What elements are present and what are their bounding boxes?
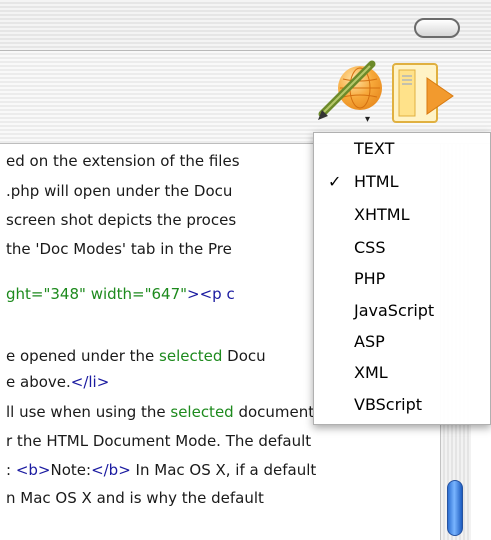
code-token: : bbox=[6, 461, 16, 479]
code-token: ll use when using the bbox=[6, 403, 171, 421]
code-token: screen shot depicts the proces bbox=[6, 211, 237, 229]
menu-item-xhtml[interactable]: XHTML bbox=[354, 205, 409, 225]
code-token: ><p c bbox=[187, 285, 235, 303]
code-line: ght="348" width="647"><p c bbox=[6, 285, 235, 303]
code-line: n Mac OS X and is why the default bbox=[6, 489, 264, 507]
code-token: Docu bbox=[222, 347, 266, 365]
menu-item-javascript[interactable]: JavaScript bbox=[354, 301, 434, 321]
code-token: e opened under the bbox=[6, 347, 160, 365]
preview-play-icon[interactable] bbox=[385, 56, 455, 126]
scrollbar-thumb[interactable] bbox=[447, 480, 463, 536]
code-token: n Mac OS X and is why the default bbox=[6, 489, 264, 507]
code-token: <b> bbox=[15, 461, 51, 479]
code-token: e above. bbox=[6, 373, 71, 391]
checkmark-icon: ✓ bbox=[328, 172, 342, 191]
code-line: e above.</li> bbox=[6, 373, 109, 391]
doc-mode-menu: TEXT HTML ✓ XHTML CSS PHP JavaScript ASP XML VBSc… bbox=[313, 132, 491, 425]
code-line: r the HTML Document Mode. The default bbox=[6, 432, 311, 450]
menu-item-html[interactable]: HTML bbox=[354, 172, 399, 192]
code-token: the 'Doc Modes' tab in the Pre bbox=[6, 240, 232, 258]
window-titlebar bbox=[0, 0, 491, 51]
code-token: selected bbox=[159, 347, 223, 365]
code-token: document bbox=[233, 403, 315, 421]
menu-item-vbscript[interactable]: VBScript bbox=[354, 395, 422, 415]
code-line: : <b>Note:</b> In Mac OS X, if a default bbox=[6, 461, 316, 479]
code-line: .php will open under the Docu bbox=[6, 182, 232, 200]
code-token: r the HTML Document Mode. The default bbox=[6, 432, 312, 450]
toolbar-toggle-button[interactable] bbox=[414, 18, 460, 38]
code-line: ed on the extension of the files bbox=[6, 152, 240, 170]
code-token: ed on the extension of the files bbox=[6, 152, 240, 170]
code-token: width= bbox=[85, 285, 145, 303]
code-line: the 'Doc Modes' tab in the Pre bbox=[6, 240, 232, 258]
code-token: </b> bbox=[91, 461, 131, 479]
code-token: selected bbox=[170, 403, 234, 421]
chevron-down-icon[interactable]: ▾ bbox=[365, 115, 370, 125]
menu-item-css[interactable]: CSS bbox=[354, 238, 385, 258]
code-token: Note: bbox=[50, 461, 92, 479]
code-token: In Mac OS X, if a default bbox=[130, 461, 317, 479]
code-token: "348" bbox=[43, 285, 86, 303]
code-line: e opened under the selected Docu bbox=[6, 347, 266, 365]
code-token: ght= bbox=[6, 285, 44, 303]
code-token: "647" bbox=[144, 285, 188, 303]
menu-item-text[interactable]: TEXT bbox=[354, 139, 394, 159]
code-line: screen shot depicts the proces bbox=[6, 211, 236, 229]
code-token: </li> bbox=[70, 373, 110, 391]
code-token: .php will open under the Docu bbox=[6, 182, 233, 200]
menu-item-php[interactable]: PHP bbox=[354, 269, 385, 289]
code-line: ll use when using the selected document bbox=[6, 403, 314, 421]
menu-item-asp[interactable]: ASP bbox=[354, 332, 385, 352]
menu-item-xml[interactable]: XML bbox=[354, 363, 388, 383]
